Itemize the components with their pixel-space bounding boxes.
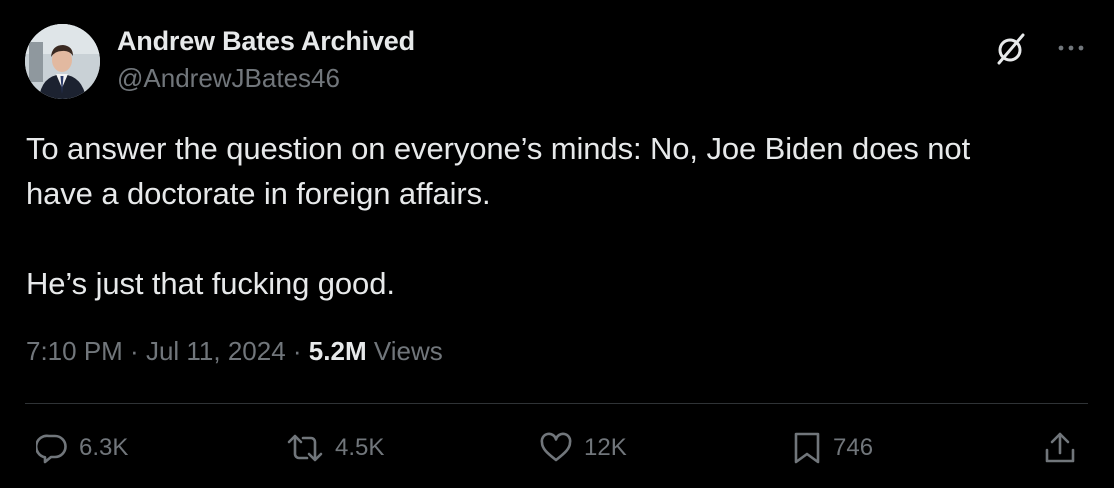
tweet-meta: 7:10 PM · Jul 11, 2024 · 5.2M Views	[26, 336, 443, 367]
share-icon	[1043, 431, 1077, 465]
tweet-date[interactable]: Jul 11, 2024	[146, 336, 286, 366]
meta-separator: ·	[122, 336, 146, 366]
avatar[interactable]	[25, 24, 100, 99]
bookmark-button[interactable]: 746	[792, 428, 873, 468]
views-count: 5.2M	[308, 336, 367, 366]
repost-count: 4.5K	[335, 434, 385, 461]
reply-button[interactable]: 6.3K	[36, 428, 128, 468]
tweet-text-line: He’s just that fucking good.	[26, 266, 395, 301]
author-display-name[interactable]: Andrew Bates Archived	[117, 26, 415, 57]
heart-icon	[539, 432, 573, 464]
grok-icon[interactable]	[994, 32, 1028, 66]
bookmark-icon	[792, 431, 822, 465]
repost-icon	[286, 432, 324, 464]
tweet-text: To answer the question on everyone’s min…	[26, 126, 1076, 306]
like-button[interactable]: 12K	[539, 428, 627, 468]
repost-button[interactable]: 4.5K	[286, 428, 384, 468]
reply-icon	[36, 432, 68, 464]
tweet-time[interactable]: 7:10 PM	[26, 336, 123, 366]
share-button[interactable]	[1043, 428, 1077, 468]
tweet-text-line: have a doctorate in foreign affairs.	[26, 176, 491, 211]
reply-count: 6.3K	[79, 434, 129, 461]
bookmark-count: 746	[833, 434, 874, 461]
views-label: Views	[366, 336, 443, 366]
author-handle[interactable]: @AndrewJBates46	[117, 63, 340, 94]
meta-separator: ·	[285, 336, 309, 366]
tweet-text-line: To answer the question on everyone’s min…	[26, 131, 971, 166]
tweet-card: Andrew Bates Archived @AndrewJBates46 To…	[0, 0, 1114, 488]
like-count: 12K	[584, 434, 627, 461]
divider	[25, 403, 1088, 404]
more-icon[interactable]	[1056, 37, 1086, 59]
